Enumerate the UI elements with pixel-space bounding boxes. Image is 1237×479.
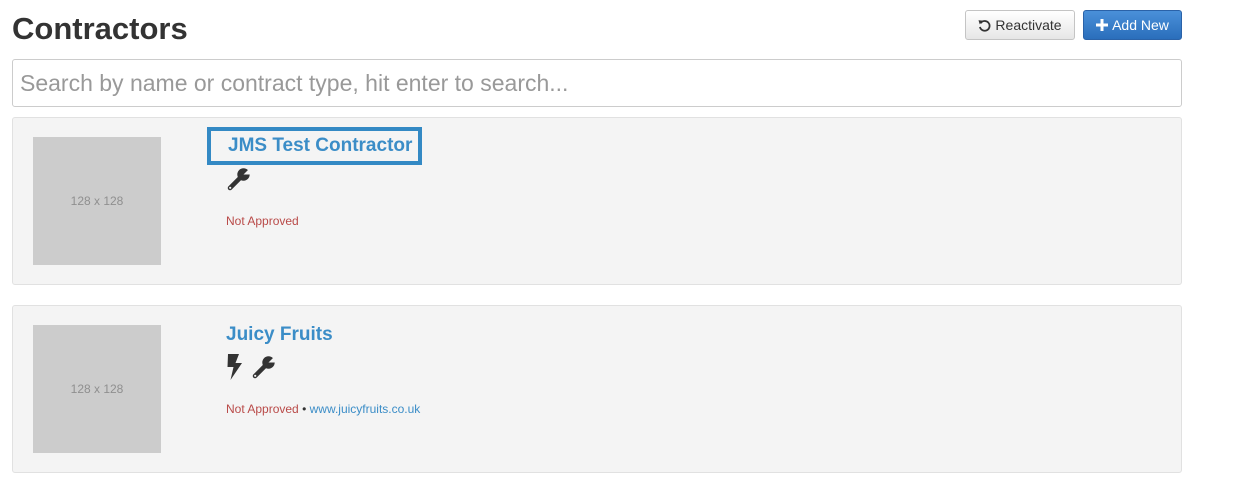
contractor-card: 128 x 128 Juicy Fruits Not Approved • ww…	[12, 305, 1182, 473]
undo-icon	[978, 19, 991, 32]
reactivate-label: Reactivate	[995, 17, 1062, 33]
plus-icon	[1096, 19, 1109, 31]
contractor-thumbnail: 128 x 128	[33, 137, 161, 265]
contractor-name-link[interactable]: JMS Test Contractor	[207, 127, 423, 165]
contractors-page: Contractors Reactivate Add New 128 x 128…	[0, 0, 1237, 479]
trade-icons	[225, 165, 253, 198]
wrench-icon	[250, 353, 278, 386]
contractor-status-line: Not Approved • www.juicyfruits.co.uk	[226, 401, 420, 417]
add-new-label: Add New	[1112, 17, 1169, 33]
contractor-status-line: Not Approved	[226, 213, 299, 229]
website-link[interactable]: www.juicyfruits.co.uk	[310, 402, 421, 416]
status-badge: Not Approved	[226, 402, 299, 416]
status-badge: Not Approved	[226, 214, 299, 228]
contractor-card: 128 x 128 JMS Test Contractor Not Approv…	[12, 117, 1182, 285]
lightning-icon	[225, 353, 245, 386]
contractor-thumbnail: 128 x 128	[33, 325, 161, 453]
search-input[interactable]	[12, 59, 1182, 107]
page-title: Contractors	[12, 11, 188, 46]
reactivate-button[interactable]: Reactivate	[965, 10, 1075, 40]
contractor-name-link[interactable]: Juicy Fruits	[226, 323, 333, 347]
trade-icons	[225, 353, 278, 386]
add-new-button[interactable]: Add New	[1083, 10, 1182, 40]
separator-dot: •	[302, 402, 307, 416]
wrench-icon	[225, 165, 253, 198]
